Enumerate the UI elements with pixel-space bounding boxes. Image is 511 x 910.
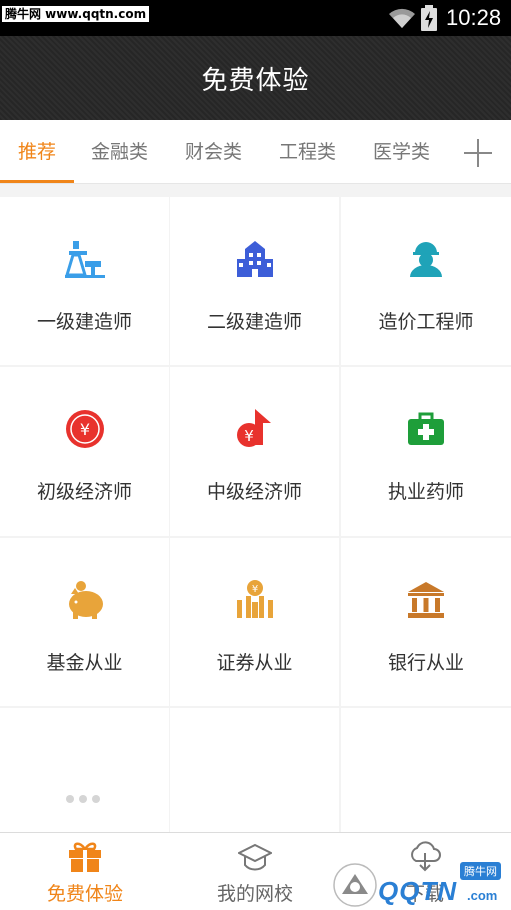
grid-item-second-class-constructor[interactable]: 二级建造师 (170, 197, 339, 365)
yuan-coin-icon: ¥ (65, 410, 104, 448)
grid-item-junior-economist[interactable]: ¥ 初级经济师 (0, 367, 169, 536)
site-watermark: 腾牛网 www.qqtn.com (2, 6, 150, 22)
nav-my-school[interactable]: 我的网校 (170, 833, 340, 910)
oil-derrick-icon (64, 241, 105, 278)
grid-item-intermediate-economist[interactable]: ¥ 中级经济师 (170, 367, 339, 536)
bar-chart-coin-icon: ¥ (236, 580, 273, 618)
svg-text:¥: ¥ (79, 420, 89, 439)
grid-item-label: 证券从业 (216, 652, 293, 674)
site-logo-watermark: QQTN .com 腾牛网 (332, 858, 511, 910)
grid-item-empty (341, 708, 511, 832)
status-bar: 腾牛网 www.qqtn.com 10:28 (0, 0, 511, 36)
svg-text:¥: ¥ (251, 584, 257, 595)
tab-medical[interactable]: 医学类 (373, 120, 430, 184)
category-tabs: 推荐 金融类 财会类 工程类 医学类 (0, 120, 511, 184)
tab-engineering[interactable]: 工程类 (279, 120, 336, 184)
wifi-icon (389, 8, 415, 28)
page-title: 免费体验 (201, 65, 310, 96)
nav-label: 免费体验 (46, 883, 123, 905)
grid-item-label: 执业药师 (387, 481, 464, 503)
grid-item-label: 造价工程师 (378, 311, 474, 333)
nav-free-trial[interactable]: 免费体验 (0, 833, 170, 910)
engineer-worker-icon (410, 242, 442, 277)
course-grid: 一级建造师 二级建造师 造价工程师 ¥ 初级经济师 ¥ 中级经济师 执业药师 基… (0, 184, 511, 832)
grid-item-empty (170, 708, 339, 832)
building-icon (236, 241, 273, 277)
bank-icon (408, 582, 444, 618)
tab-finance[interactable]: 金融类 (91, 120, 148, 184)
logo-text: QQTN (378, 876, 458, 906)
svg-text:¥: ¥ (244, 427, 254, 445)
grid-item-first-class-constructor[interactable]: 一级建造师 (0, 197, 169, 365)
logo-suffix: .com (467, 888, 498, 903)
grid-item-fund-practitioner[interactable]: 基金从业 (0, 538, 169, 706)
piggy-bank-icon (68, 581, 103, 619)
grid-item-securities-practitioner[interactable]: ¥ 证券从业 (170, 538, 339, 706)
status-time: 10:28 (446, 5, 502, 30)
nav-label: 我的网校 (216, 883, 293, 905)
grid-item-label: 二级建造师 (206, 311, 302, 333)
more-dots-icon (66, 788, 105, 807)
grid-item-label: 中级经济师 (206, 481, 302, 503)
yuan-growth-arrow-icon: ¥ (236, 409, 271, 447)
grid-item-more[interactable] (0, 708, 169, 832)
active-tab-indicator (0, 180, 74, 183)
gift-icon (69, 842, 101, 872)
graduation-cap-icon (238, 843, 272, 871)
tab-recommended[interactable]: 推荐 (18, 120, 56, 184)
battery-charging-icon (421, 5, 437, 31)
grid-item-label: 一级建造师 (36, 311, 132, 333)
add-category-icon[interactable] (462, 137, 494, 169)
grid-item-label: 基金从业 (46, 652, 123, 674)
logo-emblem-icon (333, 863, 377, 907)
grid-item-cost-engineer[interactable]: 造价工程师 (341, 197, 511, 365)
logo-tag: 腾牛网 (460, 862, 501, 880)
grid-item-label: 银行从业 (387, 652, 464, 674)
grid-item-label: 初级经济师 (36, 481, 132, 503)
medical-kit-icon (408, 412, 444, 445)
grid-item-licensed-pharmacist[interactable]: 执业药师 (341, 367, 511, 536)
title-bar: 免费体验 (0, 36, 511, 120)
grid-item-bank-practitioner[interactable]: 银行从业 (341, 538, 511, 706)
tab-accounting[interactable]: 财会类 (185, 120, 242, 184)
